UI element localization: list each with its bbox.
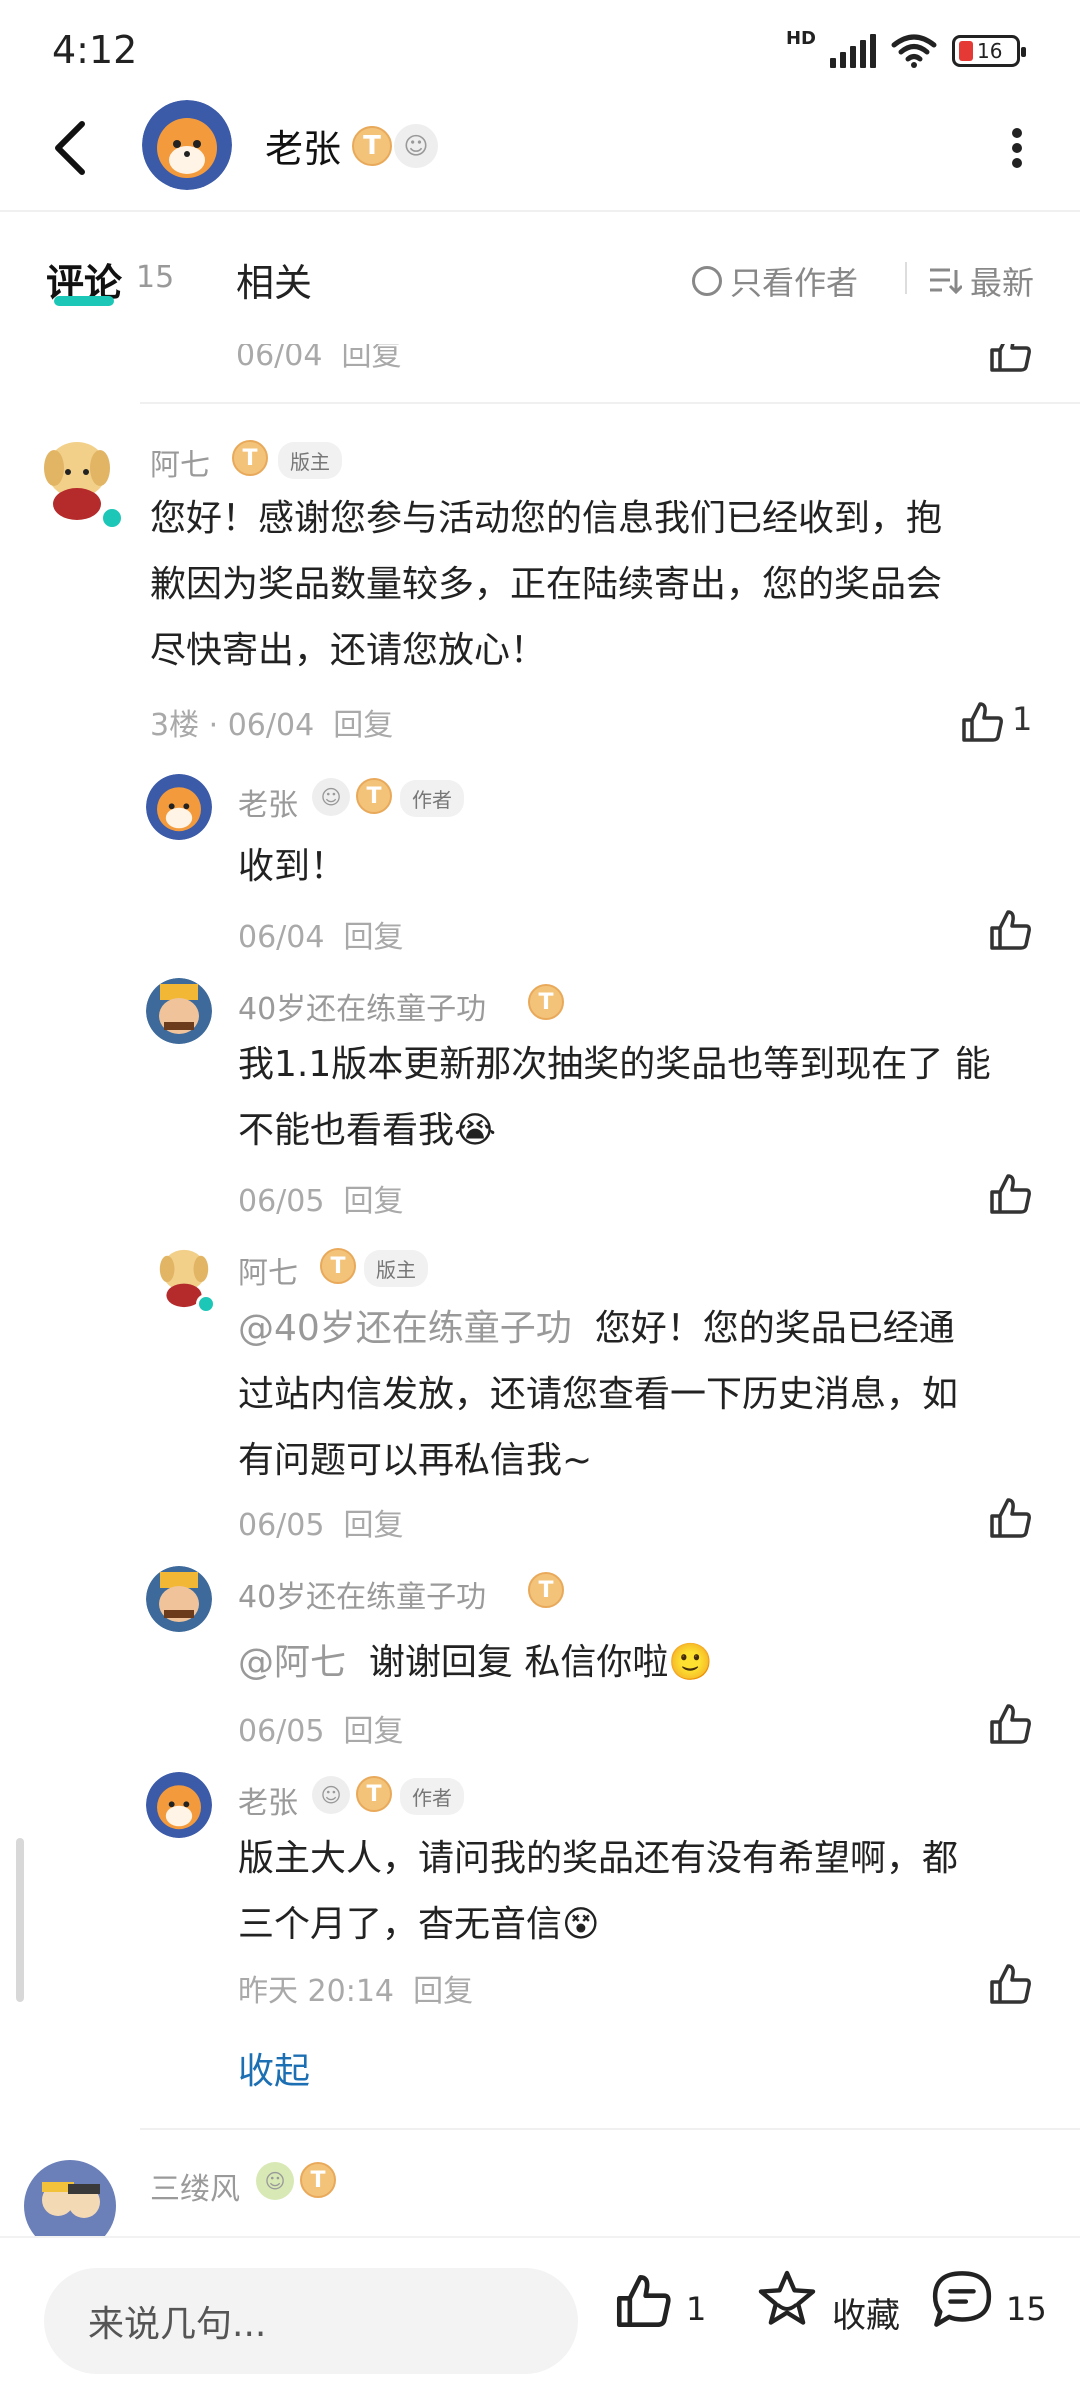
like-icon[interactable] xyxy=(988,1702,1032,1746)
tab-active-indicator xyxy=(54,296,114,306)
reply-button[interactable]: 回复 xyxy=(333,708,393,743)
character-badge-icon: ☺ xyxy=(312,778,350,816)
comment-divider xyxy=(140,402,1080,404)
more-options-icon[interactable] xyxy=(1010,128,1024,168)
comments-count: 15 xyxy=(136,260,175,295)
reply-text: 收到！ xyxy=(238,846,347,887)
level-badge-icon: T xyxy=(352,126,392,166)
like-icon[interactable] xyxy=(988,1496,1032,1540)
like-icon[interactable] xyxy=(988,908,1032,952)
reply-avatar[interactable] xyxy=(146,978,212,1044)
moderator-tag: 版主 xyxy=(278,442,342,479)
partial-comment-meta: 06/04 回复 xyxy=(236,338,402,373)
like-icon[interactable] xyxy=(988,1962,1032,2006)
author-tag: 作者 xyxy=(400,780,464,817)
comment-input[interactable]: 来说几句... xyxy=(44,2268,578,2374)
character-badge-icon: ☺ xyxy=(312,1776,350,1814)
like-icon[interactable] xyxy=(614,2272,672,2330)
scrollbar[interactable] xyxy=(16,1838,24,2002)
reply-avatar[interactable] xyxy=(146,1566,212,1632)
comment-bubble-icon[interactable] xyxy=(930,2268,994,2330)
commenter-name[interactable]: 阿七 xyxy=(150,440,210,484)
reply-avatar[interactable] xyxy=(146,1772,212,1838)
hd-label: HD xyxy=(785,28,816,49)
level-badge-icon: T xyxy=(356,1776,392,1812)
commenter-name[interactable]: 三缕风 xyxy=(150,2164,240,2208)
character-badge-icon: ☺ xyxy=(256,2162,294,2200)
sort-button[interactable]: 最新 xyxy=(928,258,1034,304)
sort-label: 最新 xyxy=(970,264,1035,302)
reply-meta: 06/05 回复 xyxy=(238,1508,404,1543)
signal-icon xyxy=(830,34,876,68)
reply-author-name[interactable]: 40岁还在练童子功 xyxy=(238,1572,486,1616)
level-badge-icon: T xyxy=(528,1572,564,1608)
only-author-toggle[interactable]: 只看作者 xyxy=(692,258,858,304)
level-badge-icon: T xyxy=(356,778,392,814)
crying-emoji-icon: 😭 xyxy=(454,1110,497,1151)
dizzy-emoji-icon: 😵 xyxy=(562,1904,600,1945)
reply-text: 我1.1版本更新那次抽奖的奖品也等到现在了 能 不能也看看我😭 xyxy=(238,1044,991,1151)
bottom-like-count: 1 xyxy=(686,2290,707,2328)
verified-icon xyxy=(196,1294,216,1314)
character-badge-icon: ☺ xyxy=(394,124,438,168)
reply-author-name[interactable]: 阿七 xyxy=(238,1248,298,1292)
level-badge-icon: T xyxy=(232,440,268,476)
reply-author-name[interactable]: 老张 xyxy=(238,1778,298,1822)
status-icons: HD 16 xyxy=(785,28,1026,72)
tab-related[interactable]: 相关 xyxy=(236,252,312,307)
reply-meta: 昨天 20:14 回复 xyxy=(238,1974,474,2009)
radio-icon xyxy=(692,266,722,296)
reply-author-name[interactable]: 40岁还在练童子功 xyxy=(238,984,486,1028)
like-icon[interactable] xyxy=(960,700,1004,744)
like-count: 1 xyxy=(1012,700,1033,738)
reply-meta: 06/04 回复 xyxy=(238,920,404,955)
level-badge-icon: T xyxy=(528,984,564,1020)
sort-separator xyxy=(905,262,907,294)
header-divider xyxy=(0,210,1080,212)
favorite-label[interactable]: 收藏 xyxy=(832,2288,900,2337)
header-username[interactable]: 老张 xyxy=(265,118,341,173)
comment-text: 您好！感谢您参与活动您的信息我们已经收到，抱 歉因为奖品数量较多，正在陆续寄出，… xyxy=(150,498,943,671)
mention-link[interactable]: @阿七 xyxy=(238,1642,346,1683)
reply-button[interactable]: 回复 xyxy=(344,1184,404,1219)
like-icon[interactable] xyxy=(988,1172,1032,1216)
reply-button[interactable]: 回复 xyxy=(344,920,404,955)
verified-icon xyxy=(100,506,124,530)
smile-emoji-icon: 🙂 xyxy=(668,1642,714,1683)
level-badge-icon: T xyxy=(300,2162,336,2198)
status-time: 4:12 xyxy=(52,28,138,72)
collapse-replies-button[interactable]: 收起 xyxy=(238,2042,310,2094)
reply-text: @阿七 谢谢回复 私信你啦🙂 xyxy=(238,1642,714,1683)
reply-button[interactable]: 回复 xyxy=(344,1714,404,1749)
commenter-avatar[interactable] xyxy=(20,2156,120,2236)
back-arrow-icon[interactable] xyxy=(50,118,90,178)
only-author-label: 只看作者 xyxy=(730,264,859,302)
reply-text: @40岁还在练童子功 您好！您的奖品已经通 过站内信发放，还请您查看一下历史消息… xyxy=(238,1308,959,1481)
comment-divider xyxy=(140,2128,1080,2130)
battery-icon: 16 xyxy=(952,35,1026,67)
like-icon[interactable] xyxy=(988,330,1032,374)
author-avatar[interactable] xyxy=(142,100,232,190)
bottom-comment-count: 15 xyxy=(1006,2290,1047,2328)
reply-author-name[interactable]: 老张 xyxy=(238,780,298,824)
reply-meta: 06/05 回复 xyxy=(238,1184,404,1219)
moderator-tag: 版主 xyxy=(364,1250,428,1287)
wifi-icon xyxy=(891,34,937,68)
reply-avatar[interactable] xyxy=(146,774,212,840)
reply-text: 版主大人，请问我的奖品还有没有希望啊，都 三个月了，杳无音信😵 xyxy=(238,1838,959,1945)
level-badge-icon: T xyxy=(320,1248,356,1284)
reply-button[interactable]: 回复 xyxy=(344,1508,404,1543)
sort-icon xyxy=(930,268,962,295)
mention-link[interactable]: @40岁还在练童子功 xyxy=(238,1308,572,1349)
star-icon[interactable] xyxy=(756,2268,818,2330)
author-tag: 作者 xyxy=(400,1778,464,1815)
reply-meta: 06/05 回复 xyxy=(238,1714,404,1749)
comment-meta: 3楼 · 06/04 回复 xyxy=(150,708,394,743)
reply-button[interactable]: 回复 xyxy=(413,1974,473,2009)
